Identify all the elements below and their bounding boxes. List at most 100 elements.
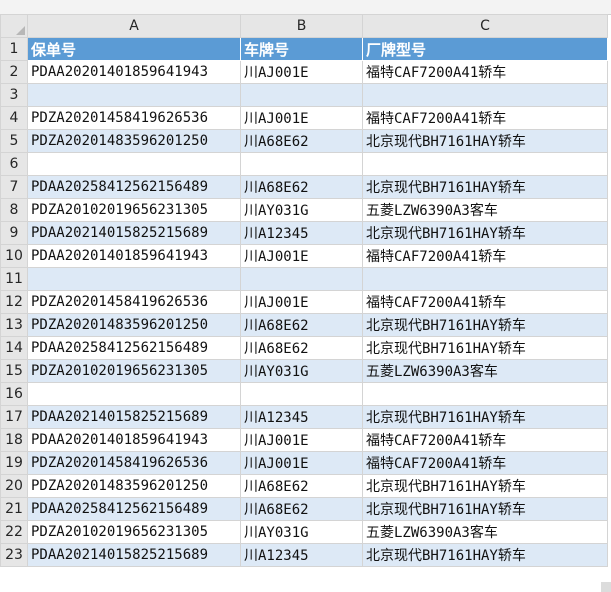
cell-a[interactable]: PDZA20201458419626536 [27,106,241,130]
table-row: 16 [0,382,608,406]
cell-c[interactable]: 北京现代BH7161HAY轿车 [362,175,608,199]
cell-b[interactable]: 川AJ001E [240,244,363,268]
ribbon-edge [0,0,611,15]
cell-c[interactable]: 五菱LZW6390A3客车 [362,198,608,222]
cell-b[interactable]: 川A68E62 [240,474,363,498]
row-header[interactable]: 13 [0,313,28,337]
cell-c[interactable]: 北京现代BH7161HAY轿车 [362,405,608,429]
cell-c[interactable]: 五菱LZW6390A3客车 [362,359,608,383]
cell-a[interactable]: PDAA20258412562156489 [27,497,241,521]
cell-b[interactable]: 川AJ001E [240,451,363,475]
cell-b[interactable]: 川A12345 [240,405,363,429]
cell-a[interactable] [27,83,241,107]
cell-c[interactable]: 北京现代BH7161HAY轿车 [362,129,608,153]
cell-c[interactable] [362,152,608,176]
row-header[interactable]: 18 [0,428,28,452]
cell-c[interactable] [362,83,608,107]
row-header[interactable]: 16 [0,382,28,406]
cell-a[interactable]: PDZA20102019656231305 [27,198,241,222]
cell-c[interactable]: 福特CAF7200A41轿车 [362,60,608,84]
cell-b[interactable]: 川A12345 [240,221,363,245]
cell-c[interactable] [362,267,608,291]
cell-b[interactable]: 川AY031G [240,198,363,222]
select-all-corner[interactable] [0,14,28,38]
cell-a[interactable]: PDAA20214015825215689 [27,543,241,567]
column-header-a[interactable]: A [27,14,241,38]
cell-a[interactable]: PDAA20258412562156489 [27,336,241,360]
row-header[interactable]: 11 [0,267,28,291]
cell-a[interactable]: PDAA20201401859641943 [27,244,241,268]
worksheet-grid: A B C 1 保单号 车牌号 厂牌型号 2 PDAA20201401859641943 川… [0,14,608,567]
row-header[interactable]: 19 [0,451,28,475]
cell-b[interactable]: 川AJ001E [240,106,363,130]
cell-a[interactable]: PDZA20102019656231305 [27,520,241,544]
cell-b[interactable]: 川A12345 [240,543,363,567]
cell-c[interactable]: 福特CAF7200A41轿车 [362,428,608,452]
row-header[interactable]: 9 [0,221,28,245]
row-header[interactable]: 3 [0,83,28,107]
cell-b[interactable]: 川A68E62 [240,175,363,199]
cell-a[interactable]: PDZA20201483596201250 [27,129,241,153]
cell-c[interactable]: 福特CAF7200A41轿车 [362,290,608,314]
cell-a[interactable] [27,382,241,406]
cell-c[interactable]: 北京现代BH7161HAY轿车 [362,474,608,498]
cell-b[interactable]: 川AJ001E [240,428,363,452]
row-header[interactable]: 7 [0,175,28,199]
column-header-b[interactable]: B [240,14,363,38]
cell-c[interactable]: 厂牌型号 [362,37,608,61]
cell-a[interactable]: PDZA20201458419626536 [27,451,241,475]
cell-c[interactable]: 北京现代BH7161HAY轿车 [362,543,608,567]
cell-a[interactable]: PDZA20201483596201250 [27,313,241,337]
cell-b[interactable]: 川A68E62 [240,313,363,337]
cell-a[interactable]: PDAA20214015825215689 [27,405,241,429]
cell-b[interactable] [240,267,363,291]
cell-b[interactable] [240,382,363,406]
row-header[interactable]: 10 [0,244,28,268]
row-header[interactable]: 15 [0,359,28,383]
row-header[interactable]: 23 [0,543,28,567]
cell-a[interactable]: PDAA20201401859641943 [27,428,241,452]
cell-c[interactable]: 福特CAF7200A41轿车 [362,451,608,475]
row-header[interactable]: 2 [0,60,28,84]
cell-b[interactable]: 川A68E62 [240,497,363,521]
cell-b[interactable]: 车牌号 [240,37,363,61]
cell-a[interactable]: PDAA20201401859641943 [27,60,241,84]
cell-a[interactable] [27,152,241,176]
cell-c[interactable] [362,382,608,406]
cell-c[interactable]: 福特CAF7200A41轿车 [362,244,608,268]
cell-b[interactable] [240,152,363,176]
row-header[interactable]: 20 [0,474,28,498]
cell-c[interactable]: 五菱LZW6390A3客车 [362,520,608,544]
cell-b[interactable]: 川AJ001E [240,60,363,84]
cell-c[interactable]: 北京现代BH7161HAY轿车 [362,336,608,360]
cell-b[interactable]: 川AY031G [240,359,363,383]
row-header[interactable]: 21 [0,497,28,521]
cell-b[interactable]: 川AJ001E [240,290,363,314]
row-header[interactable]: 1 [0,37,28,61]
row-header[interactable]: 5 [0,129,28,153]
cell-c[interactable]: 北京现代BH7161HAY轿车 [362,313,608,337]
cell-c[interactable]: 北京现代BH7161HAY轿车 [362,497,608,521]
cell-c[interactable]: 福特CAF7200A41轿车 [362,106,608,130]
cell-a[interactable]: 保单号 [27,37,241,61]
row-header[interactable]: 8 [0,198,28,222]
cell-a[interactable] [27,267,241,291]
cell-b[interactable] [240,83,363,107]
cell-a[interactable]: PDZA20102019656231305 [27,359,241,383]
row-header[interactable]: 6 [0,152,28,176]
row-header[interactable]: 12 [0,290,28,314]
row-header[interactable]: 4 [0,106,28,130]
cell-b[interactable]: 川A68E62 [240,129,363,153]
row-header[interactable]: 14 [0,336,28,360]
cell-a[interactable]: PDAA20258412562156489 [27,175,241,199]
row-header[interactable]: 17 [0,405,28,429]
cell-b[interactable]: 川AY031G [240,520,363,544]
cell-a[interactable]: PDAA20214015825215689 [27,221,241,245]
cell-b[interactable]: 川A68E62 [240,336,363,360]
column-header-c[interactable]: C [362,14,608,38]
cell-a[interactable]: PDZA20201483596201250 [27,474,241,498]
row-header[interactable]: 22 [0,520,28,544]
cell-c[interactable]: 北京现代BH7161HAY轿车 [362,221,608,245]
table-row: 3 [0,83,608,107]
cell-a[interactable]: PDZA20201458419626536 [27,290,241,314]
